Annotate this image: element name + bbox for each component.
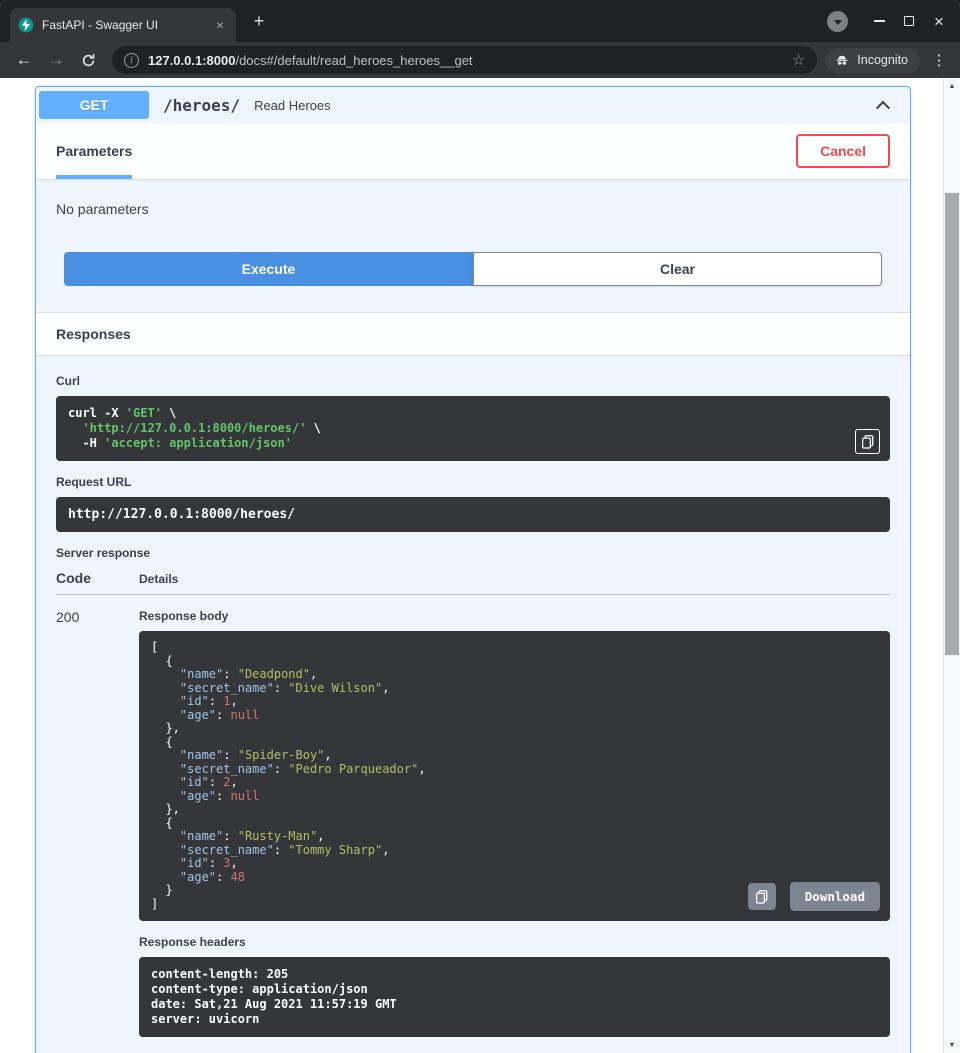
response-details: Response body [ { "name": "Deadpond", "s… <box>139 609 890 1037</box>
method-badge: GET <box>39 91 149 119</box>
address-bar[interactable]: i 127.0.0.1:8000/docs#/default/read_hero… <box>112 46 817 74</box>
forward-button[interactable]: → <box>42 46 70 74</box>
execute-button[interactable]: Execute <box>64 252 473 286</box>
response-body-controls: Download <box>748 882 880 911</box>
maximize-icon <box>904 16 914 26</box>
code-column-header: Code <box>56 570 139 586</box>
page-scrollbar[interactable]: ▲ ▼ <box>943 78 960 1053</box>
incognito-label: Incognito <box>857 53 908 67</box>
clear-button[interactable]: Clear <box>473 252 882 286</box>
responses-inner: Curl curl -X 'GET' \ 'http://127.0.0.1:8… <box>36 356 910 1053</box>
site-info-icon[interactable]: i <box>124 53 139 68</box>
tab-search-button[interactable] <box>827 11 848 32</box>
tab-strip: FastAPI - Swagger UI × + × <box>0 0 960 42</box>
response-row-200: 200 Response body [ { "name": "Deadpond"… <box>56 595 890 1037</box>
incognito-badge: Incognito <box>825 48 920 73</box>
tab-title: FastAPI - Swagger UI <box>42 18 204 32</box>
collapse-chevron-icon[interactable] <box>876 101 890 115</box>
response-headers-code: content-length: 205content-type: applica… <box>151 967 878 1027</box>
response-headers-block: content-length: 205content-type: applica… <box>139 957 890 1037</box>
tab-close-icon[interactable]: × <box>212 16 228 34</box>
parameters-header: Parameters Cancel <box>36 123 910 179</box>
response-body-label: Response body <box>139 609 890 623</box>
browser-tab[interactable]: FastAPI - Swagger UI × <box>10 8 236 42</box>
copy-response-button[interactable] <box>748 883 776 910</box>
fastapi-favicon-icon <box>18 17 34 33</box>
request-url-block: http://127.0.0.1:8000/heroes/ <box>56 497 890 532</box>
copy-curl-button[interactable] <box>855 429 880 454</box>
cancel-button[interactable]: Cancel <box>796 134 890 168</box>
download-button[interactable]: Download <box>790 882 880 911</box>
scroll-up-arrow-icon[interactable]: ▲ <box>944 78 960 94</box>
execute-wrapper: Execute Clear <box>36 238 910 300</box>
chevron-down-icon <box>834 20 842 25</box>
curl-code: curl -X 'GET' \ 'http://127.0.0.1:8000/h… <box>68 406 878 451</box>
url-text: 127.0.0.1:8000/docs#/default/read_heroes… <box>148 53 473 68</box>
request-url-label: Request URL <box>56 475 890 489</box>
url-host: 127.0.0.1:8000 <box>148 53 235 68</box>
incognito-icon <box>834 52 850 68</box>
back-button[interactable]: ← <box>10 46 38 74</box>
window-maximize-button[interactable] <box>894 6 924 36</box>
curl-label: Curl <box>56 374 890 388</box>
swagger-page: GET /heroes/ Read Heroes Parameters Canc… <box>0 78 943 1053</box>
request-url-value: http://127.0.0.1:8000/heroes/ <box>68 507 878 522</box>
copy-icon <box>862 435 874 449</box>
details-column-header: Details <box>139 572 178 586</box>
scrollbar-thumb[interactable] <box>945 193 959 655</box>
window-minimize-button[interactable] <box>864 6 894 36</box>
curl-block: curl -X 'GET' \ 'http://127.0.0.1:8000/h… <box>56 396 890 461</box>
no-parameters-text: No parameters <box>36 179 910 238</box>
server-response-label: Server response <box>56 546 890 560</box>
new-tab-button[interactable]: + <box>246 8 272 34</box>
copy-icon <box>756 890 768 904</box>
browser-toolbar: ← → i 127.0.0.1:8000/docs#/default/read_… <box>0 42 960 78</box>
opblock-summary[interactable]: GET /heroes/ Read Heroes <box>36 87 910 123</box>
window-close-button[interactable]: × <box>924 6 954 36</box>
opblock-get-heroes: GET /heroes/ Read Heroes Parameters Canc… <box>35 86 911 1053</box>
bookmark-star-icon[interactable]: ☆ <box>790 51 807 69</box>
endpoint-path: /heroes/ <box>163 96 240 115</box>
endpoint-summary: Read Heroes <box>254 98 331 113</box>
response-body-code: [ { "name": "Deadpond", "secret_name": "… <box>151 641 878 911</box>
minimize-icon <box>874 20 885 22</box>
page-content: GET /heroes/ Read Heroes Parameters Canc… <box>0 78 960 1053</box>
url-path: /docs#/default/read_heroes_heroes__get <box>235 53 472 68</box>
refresh-icon <box>81 53 96 68</box>
browser-menu-button[interactable]: ⋮ <box>926 46 952 74</box>
responses-table: Code Details 200 Response body [ { "name… <box>56 570 890 1037</box>
scroll-down-arrow-icon[interactable]: ▼ <box>944 1037 960 1053</box>
responses-table-header: Code Details <box>56 570 890 595</box>
status-code: 200 <box>56 609 139 1037</box>
close-icon: × <box>934 13 944 30</box>
responses-title: Responses <box>36 312 910 356</box>
tab-parameters: Parameters <box>56 123 132 179</box>
browser-window: FastAPI - Swagger UI × + × ← → i 127.0.0… <box>0 0 960 1053</box>
responses-wrapper: Responses Curl curl -X 'GET' \ 'http://1… <box>36 312 910 1053</box>
response-headers-label: Response headers <box>139 935 890 949</box>
refresh-button[interactable] <box>74 46 102 74</box>
response-body-block: [ { "name": "Deadpond", "secret_name": "… <box>139 631 890 921</box>
